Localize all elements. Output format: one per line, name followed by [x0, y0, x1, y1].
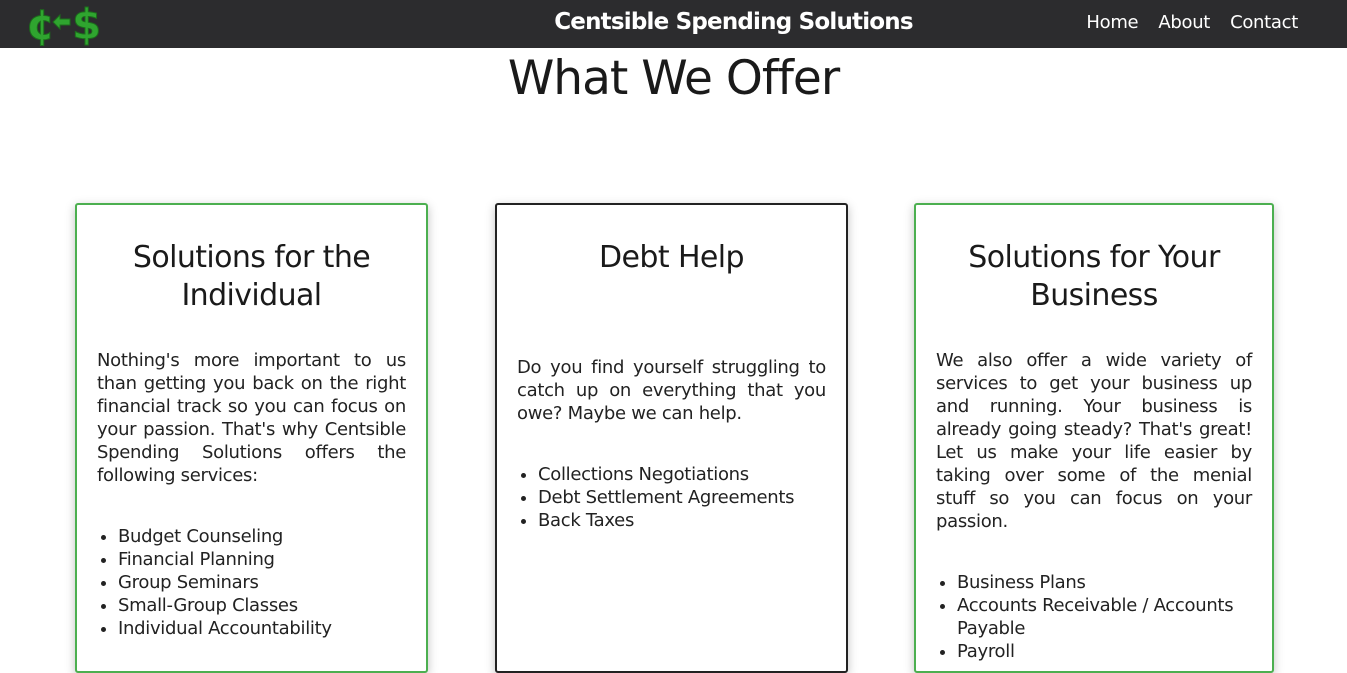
list-item: Individual Accountability [118, 617, 406, 640]
nav-link-home[interactable]: Home [1086, 12, 1138, 33]
list-item: Business Plans [957, 571, 1252, 594]
card-description: We also offer a wide variety of services… [936, 350, 1252, 532]
nav-link-about[interactable]: About [1158, 12, 1210, 33]
list-item: Accounts Receivable / Accounts Payable [957, 594, 1252, 640]
nav-links: Home About Contact [1086, 12, 1298, 33]
card-title: Solutions for the Individual [132, 240, 371, 313]
card-individual: Solutions for the Individual Nothing's m… [75, 203, 428, 673]
card-description: Do you find yourself struggling to catch… [517, 357, 826, 424]
list-item: Group Seminars [118, 571, 406, 594]
card-title: Solutions for Your Business [968, 240, 1220, 313]
list-item: Small-Group Classes [118, 594, 406, 617]
list-item: Budget Counseling [118, 525, 406, 548]
services-list: Collections Negotiations Debt Settlement… [517, 463, 826, 532]
card-description: Nothing's more important to us than gett… [97, 350, 406, 486]
list-item: Debt Settlement Agreements [538, 486, 826, 509]
nav-link-contact[interactable]: Contact [1230, 12, 1298, 33]
list-item: Payroll [957, 640, 1252, 663]
navbar: ¢ $ Centsible Spending Solutions Home Ab… [0, 0, 1347, 50]
services-list: Budget Counseling Financial Planning Gro… [97, 525, 406, 640]
card-business: Solutions for Your Business We also offe… [914, 203, 1274, 673]
page-title: What We Offer [507, 51, 840, 106]
list-item: Financial Planning [118, 548, 406, 571]
card-debt-help: Debt Help Do you find yourself strugglin… [495, 203, 848, 673]
services-list: Business Plans Accounts Receivable / Acc… [936, 571, 1252, 663]
list-item: Back Taxes [538, 509, 826, 532]
list-item: Collections Negotiations [538, 463, 826, 486]
card-title: Debt Help [599, 240, 745, 275]
